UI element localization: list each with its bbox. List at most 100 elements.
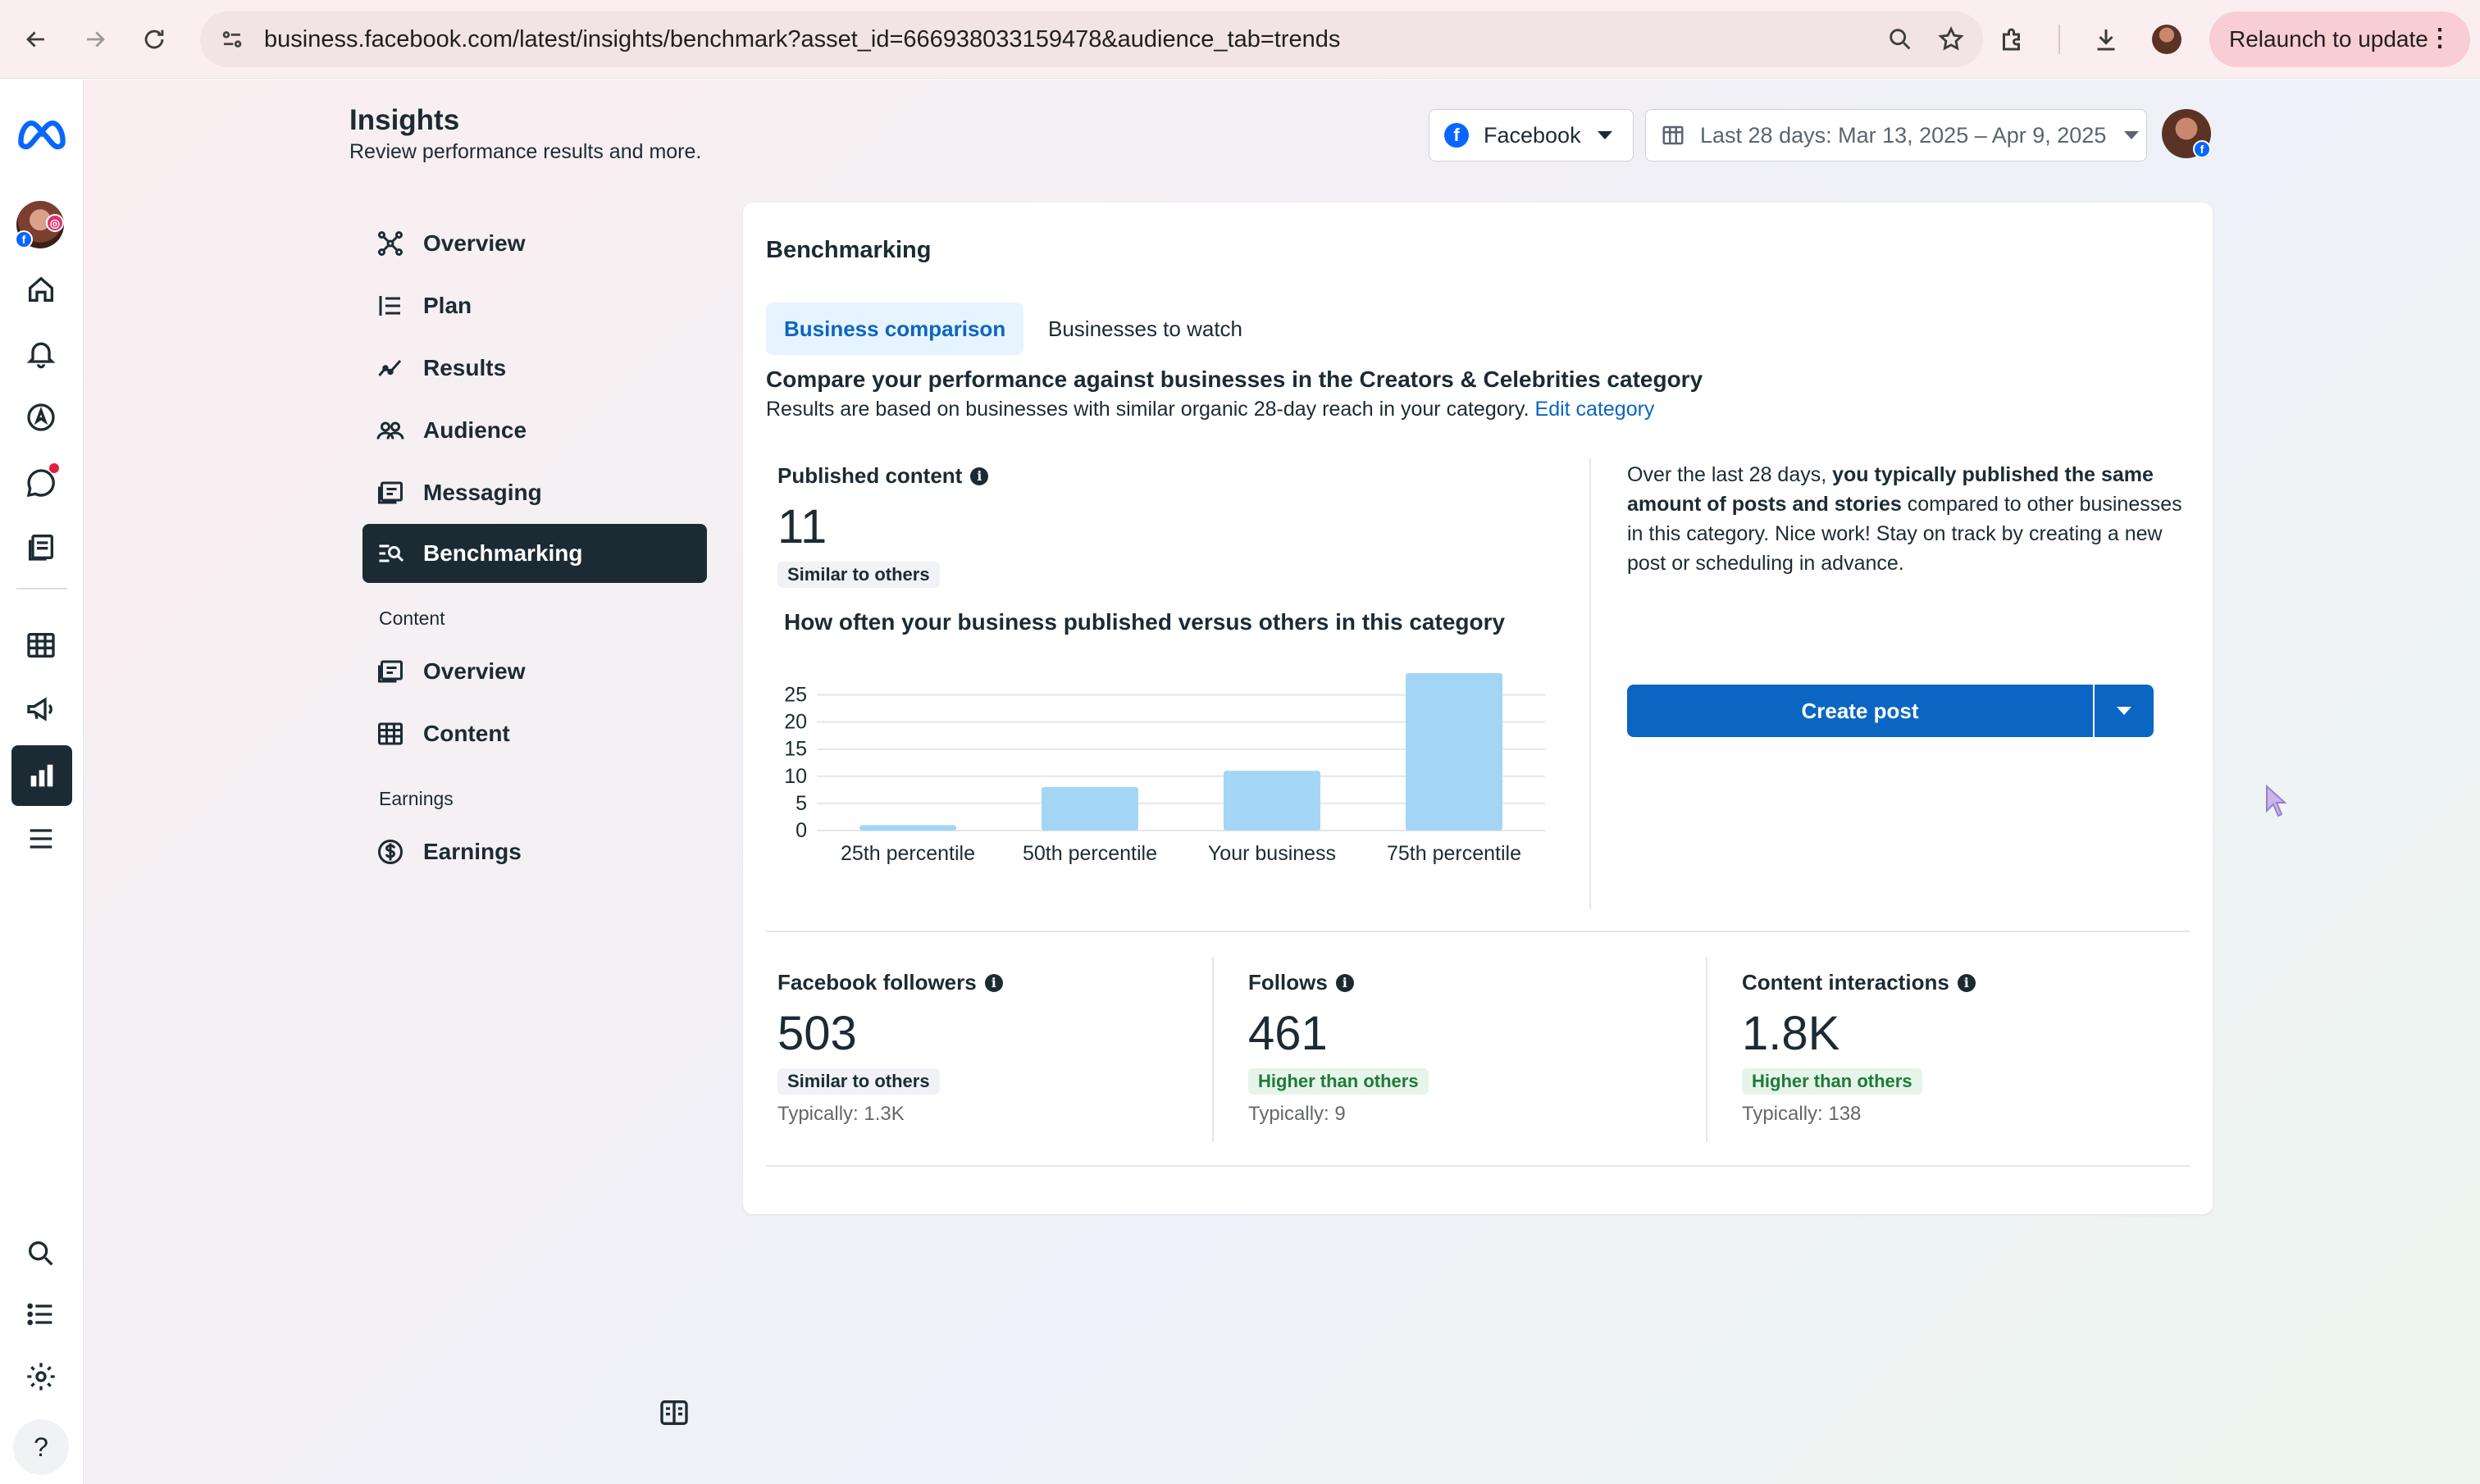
chevron-down-icon — [1597, 131, 1612, 139]
relaunch-label: Relaunch to update — [2229, 26, 2428, 52]
facebook-badge-icon: f — [2193, 140, 2211, 158]
date-range-value: Last 28 days: Mar 13, 2025 – Apr 9, 2025 — [1700, 122, 2107, 148]
benchmarking-card: Benchmarking Business comparison Busines… — [743, 203, 2213, 1214]
more-vert-icon[interactable]: ⋮ — [2428, 26, 2452, 51]
info-icon[interactable]: i — [984, 973, 1003, 992]
y-tick-label: 20 — [784, 711, 807, 734]
bar[interactable] — [1406, 673, 1502, 831]
account-avatar[interactable]: f ◎ — [15, 201, 64, 248]
sidebar-item-label: Overview — [423, 658, 526, 684]
chevron-down-icon — [2124, 131, 2140, 139]
extensions-icon[interactable] — [1998, 25, 2027, 54]
date-range-select[interactable]: Last 28 days: Mar 13, 2025 – Apr 9, 2025 — [1645, 109, 2147, 162]
advice-text-pre: Over the last 28 days, — [1627, 463, 1833, 486]
published-content-title: Published content i — [777, 463, 989, 489]
settings-gear-icon[interactable] — [20, 1355, 62, 1398]
mouse-cursor-icon — [2266, 785, 2287, 817]
zoom-icon[interactable] — [1886, 25, 1914, 53]
y-tick-label: 5 — [796, 792, 807, 815]
search-icon[interactable] — [20, 1232, 62, 1275]
typically-value: Typically: 138 — [1742, 1103, 1862, 1125]
reload-icon[interactable] — [131, 16, 177, 62]
unread-dot — [49, 463, 59, 473]
info-icon[interactable]: i — [970, 467, 989, 485]
compare-subtext-body: Results are based on businesses with sim… — [766, 398, 1529, 421]
forward-icon[interactable] — [72, 16, 118, 62]
sidebar-item-label: Content — [423, 721, 510, 746]
tab-business-comparison[interactable]: Business comparison — [766, 303, 1024, 355]
chat-icon[interactable] — [20, 462, 62, 504]
content-interactions-title: Content interactions i — [1742, 970, 1976, 995]
platform-select[interactable]: f Facebook — [1429, 109, 1634, 162]
collapse-sidebar-icon[interactable] — [658, 1396, 691, 1429]
people-icon — [376, 421, 404, 439]
bar[interactable] — [1042, 787, 1138, 831]
menu-icon[interactable] — [20, 817, 62, 860]
column-divider — [1706, 957, 1707, 1142]
card-title: Benchmarking — [766, 237, 932, 263]
facebook-followers-title: Facebook followers i — [777, 970, 1003, 995]
home-icon[interactable] — [20, 268, 62, 311]
edit-category-link[interactable]: Edit category — [1535, 398, 1655, 421]
tab-businesses-to-watch[interactable]: Businesses to watch — [1030, 303, 1261, 355]
network-icon — [378, 231, 403, 256]
address-bar[interactable]: business.facebook.com/latest/insights/be… — [200, 11, 1983, 67]
compare-subtext: Results are based on businesses with sim… — [766, 398, 1654, 421]
x-tick-label: 50th percentile — [1023, 842, 1157, 865]
bookmark-star-icon[interactable] — [1937, 25, 1965, 53]
sidebar-item-overview[interactable]: Overview — [362, 214, 707, 273]
insights-chart-icon[interactable] — [11, 745, 72, 806]
info-icon[interactable]: i — [1335, 973, 1354, 992]
sidebar-item-plan[interactable]: Plan — [362, 276, 707, 335]
help-icon[interactable]: ? — [13, 1419, 69, 1475]
sidebar-item-audience[interactable]: Audience — [362, 401, 707, 460]
sidebar-item-label: Benchmarking — [423, 540, 583, 566]
chart-title: How often your business published versus… — [784, 609, 1506, 635]
sidebar-item-earnings[interactable]: Earnings — [362, 822, 707, 881]
url-text[interactable]: business.facebook.com/latest/insights/be… — [264, 26, 1340, 53]
platform-select-value: Facebook — [1484, 122, 1581, 148]
sidebar-item-benchmarking[interactable]: Benchmarking — [362, 524, 707, 583]
bar[interactable] — [859, 825, 956, 831]
info-icon[interactable]: i — [1957, 973, 1976, 992]
planner-table-icon[interactable] — [20, 624, 62, 667]
ads-megaphone-icon[interactable] — [20, 688, 62, 731]
sidebar-item-label: Plan — [423, 293, 472, 318]
back-icon[interactable] — [13, 16, 59, 62]
create-post-button[interactable]: Create post — [1627, 685, 2093, 737]
sidebar-item-label: Audience — [423, 417, 527, 443]
posts-icon[interactable] — [20, 526, 62, 568]
page-subtitle: Review performance results and more. — [349, 140, 702, 163]
content-overview-icon — [378, 660, 403, 683]
sidebar-item-messaging[interactable]: Messaging — [362, 463, 707, 522]
column-divider — [1212, 957, 1214, 1142]
sidebar-item-label: Messaging — [423, 480, 542, 505]
sidebar-item-content[interactable]: Content — [362, 704, 707, 763]
x-tick-label: 75th percentile — [1387, 842, 1521, 865]
page-avatar[interactable]: f — [2162, 109, 2211, 158]
sidebar-section-content: Content — [379, 608, 445, 629]
profile-avatar[interactable] — [2152, 25, 2181, 54]
sidebar-item-content-overview[interactable]: Overview — [362, 642, 707, 701]
meta-logo-icon[interactable] — [15, 112, 69, 155]
x-tick-label: Your business — [1208, 842, 1336, 865]
relaunch-button[interactable]: Relaunch to update ⋮ — [2209, 11, 2470, 67]
notifications-icon[interactable] — [20, 332, 62, 375]
sidebar-item-label: Overview — [423, 230, 526, 256]
y-tick-label: 0 — [796, 819, 807, 842]
y-tick-label: 15 — [784, 738, 807, 761]
download-icon[interactable] — [2091, 25, 2121, 54]
bar[interactable] — [1224, 771, 1320, 831]
metric-label: Facebook followers — [777, 970, 977, 995]
sidebar-item-label: Earnings — [423, 839, 522, 864]
list-icon — [379, 296, 400, 316]
y-tick-label: 25 — [784, 683, 807, 706]
typically-value: Typically: 1.3K — [777, 1103, 905, 1125]
create-post-dropdown[interactable] — [2095, 685, 2154, 737]
compass-icon[interactable] — [20, 396, 62, 439]
advice-text: Over the last 28 days, you typically pub… — [1627, 460, 2185, 578]
calendar-icon — [1662, 125, 1684, 145]
list-view-icon[interactable] — [20, 1293, 62, 1336]
sidebar-item-results[interactable]: Results — [362, 339, 707, 398]
site-settings-icon[interactable] — [218, 25, 246, 53]
